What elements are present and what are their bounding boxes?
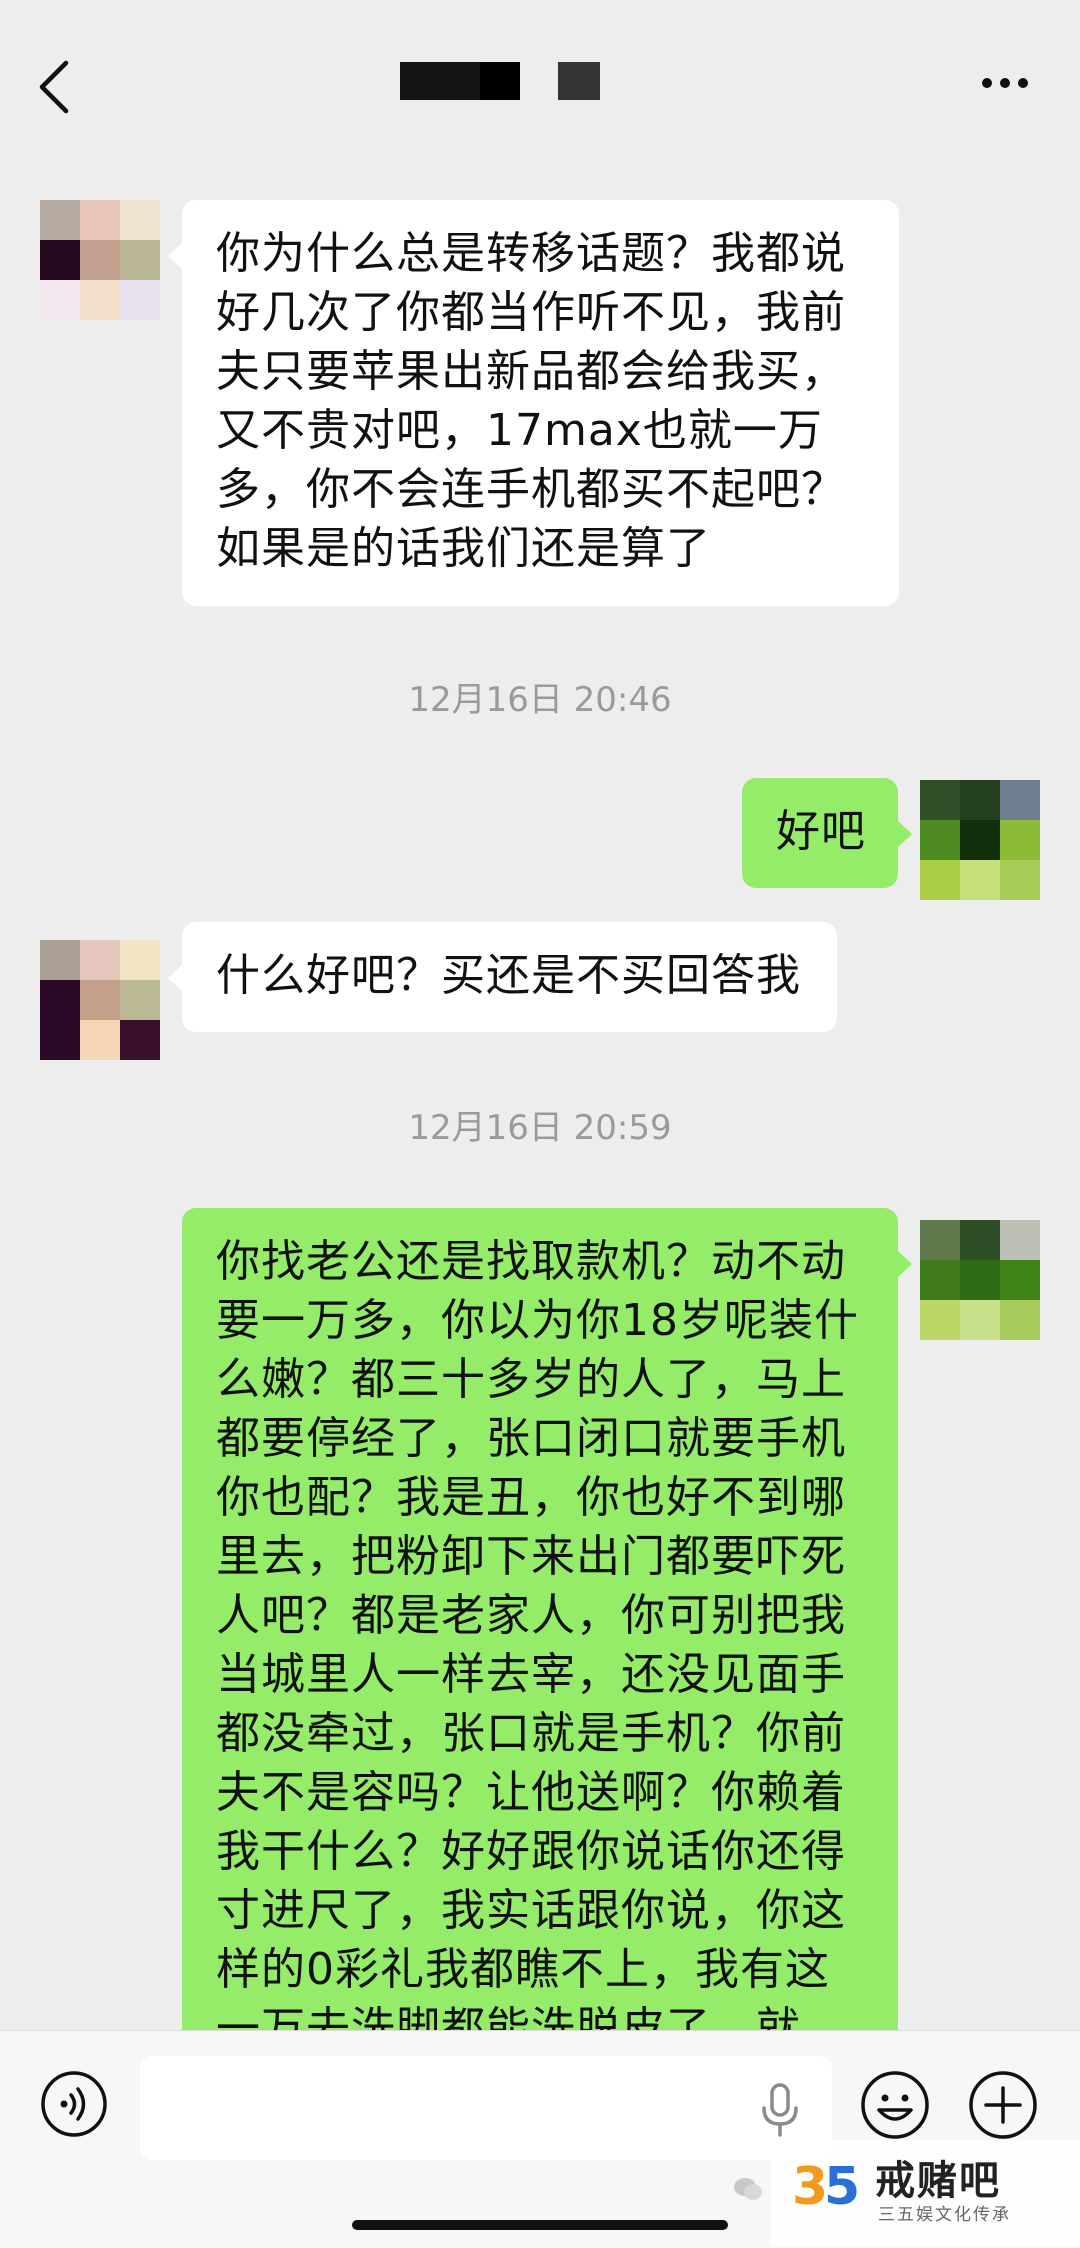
avatar-pixel [1000,1300,1040,1340]
avatar-pixel [960,820,1000,860]
message-text-line: 如果是的话我们还是算了 [216,523,711,574]
home-indicator [352,2220,728,2230]
message-text-line: 你也配？我是丑，你也好不到哪 [216,1472,846,1523]
watermark: 3 5 戒赌吧 三五娱文化传承 [770,2140,1080,2247]
message-text-line: 好吧 [776,806,866,857]
avatar-pixel [960,1300,1000,1340]
message-text-line: 夫不是容吗？让他送啊？你赖着 [216,1767,846,1818]
avatar-pixel [120,940,160,980]
avatar-pixel [120,980,160,1020]
contact-avatar[interactable] [40,200,160,320]
message-text-line: 都要停经了，张口闭口就要手机 [216,1413,846,1464]
avatar-pixel [40,980,80,1020]
watermark-title: 戒赌吧 [875,2158,1001,2204]
avatar-pixel [120,1020,160,1060]
avatar-pixel [960,1220,1000,1260]
message-text-line: 里去，把粉卸下来出门都要吓死 [216,1531,846,1582]
avatar-pixel [40,1020,80,1060]
avatar-pixel [920,860,960,900]
avatar-pixel [920,820,960,860]
message-bubble-outgoing[interactable]: 好吧 [742,778,912,888]
avatar-pixel [80,280,120,320]
back-icon[interactable] [30,55,90,115]
avatar-pixel [80,200,120,240]
message-text-line: 好几次了你都当作听不见，我前 [216,287,846,338]
avatar-pixel [960,780,1000,820]
message-text-line: 寸进尺了，我实话跟你说，你这 [216,1885,846,1936]
message-text-line: 夫只要苹果出新品都会给我买， [216,346,846,397]
avatar-pixel [920,1260,960,1300]
my-avatar[interactable] [920,1220,1040,1340]
avatar-pixel [920,1220,960,1260]
add-attachment-icon[interactable] [968,2070,1038,2140]
avatar-pixel [920,780,960,820]
emoji-icon[interactable] [860,2070,930,2140]
voice-input-icon[interactable] [40,2070,108,2138]
my-avatar[interactable] [920,780,1040,900]
avatar-pixel [1000,1260,1040,1300]
wechat-icon [734,2178,762,2200]
message-text-line: 么嫩？都三十多岁的人了，马上 [216,1354,846,1405]
avatar-pixel [960,1260,1000,1300]
chat-header [0,0,1080,160]
avatar-pixel [80,1020,120,1060]
message-text-line: 你为什么总是转移话题？我都说 [216,228,846,279]
message-text-line: 要一万多，你以为你18岁呢装什 [216,1295,859,1346]
message-bubble-outgoing[interactable]: 你找老公还是找取款机？动不动 要一万多，你以为你18岁呢装什 么嫩？都三十多岁的人了… [182,1208,912,2108]
contact-avatar[interactable] [40,940,160,1060]
message-text-line: 都没牵过，张口就是手机？你前 [216,1708,846,1759]
message-text-line: 多，你不会连手机都买不起吧？ [216,464,846,515]
message-text-line: 又不贵对吧，17max也就一万 [216,405,823,456]
message-text-line: 什么好吧？买还是不买回答我 [216,950,801,1001]
avatar-pixel [80,940,120,980]
avatar-pixel [120,280,160,320]
avatar-pixel [80,240,120,280]
avatar-pixel [960,860,1000,900]
message-bubble-incoming[interactable]: 你为什么总是转移话题？我都说 好几次了你都当作听不见，我前 夫只要苹果出新品都会给我… [168,200,899,606]
contact-name-redacted [400,62,480,100]
contact-name-redacted [480,62,520,100]
message-bubble-incoming[interactable]: 什么好吧？买还是不买回答我 [168,922,837,1032]
avatar-pixel [1000,780,1040,820]
message-text-line: 人吧？都是老家人，你可别把我 [216,1590,846,1641]
message-text-line: 样的0彩礼我都瞧不上，我有这 [216,1944,830,1995]
timestamp: 12月16日 20:46 [408,680,672,720]
watermark-logo: 3 5 [792,2157,860,2214]
message-text-line: 你找老公还是找取款机？动不动 [216,1236,846,1287]
avatar-pixel [40,200,80,240]
message-input[interactable] [140,2056,832,2160]
avatar-pixel [40,240,80,280]
avatar-pixel [40,940,80,980]
microphone-icon[interactable] [755,2082,805,2138]
avatar-pixel [920,1300,960,1340]
avatar-pixel [1000,820,1040,860]
avatar-pixel [120,200,160,240]
watermark-subtitle: 三五娱文化传承 [878,2205,1011,2225]
message-text-line: 我干什么？好好跟你说话你还得 [216,1826,846,1877]
svg-text:5: 5 [824,2157,860,2214]
contact-name-redacted [558,62,600,100]
avatar-pixel [1000,860,1040,900]
svg-text:3: 3 [792,2157,828,2214]
avatar-pixel [80,980,120,1020]
avatar-pixel [1000,1220,1040,1260]
timestamp: 12月16日 20:59 [408,1108,672,1148]
more-options-icon[interactable] [970,68,1040,98]
avatar-pixel [40,280,80,320]
avatar-pixel [120,240,160,280]
message-text-line: 当城里人一样去宰，还没见面手 [216,1649,846,1700]
